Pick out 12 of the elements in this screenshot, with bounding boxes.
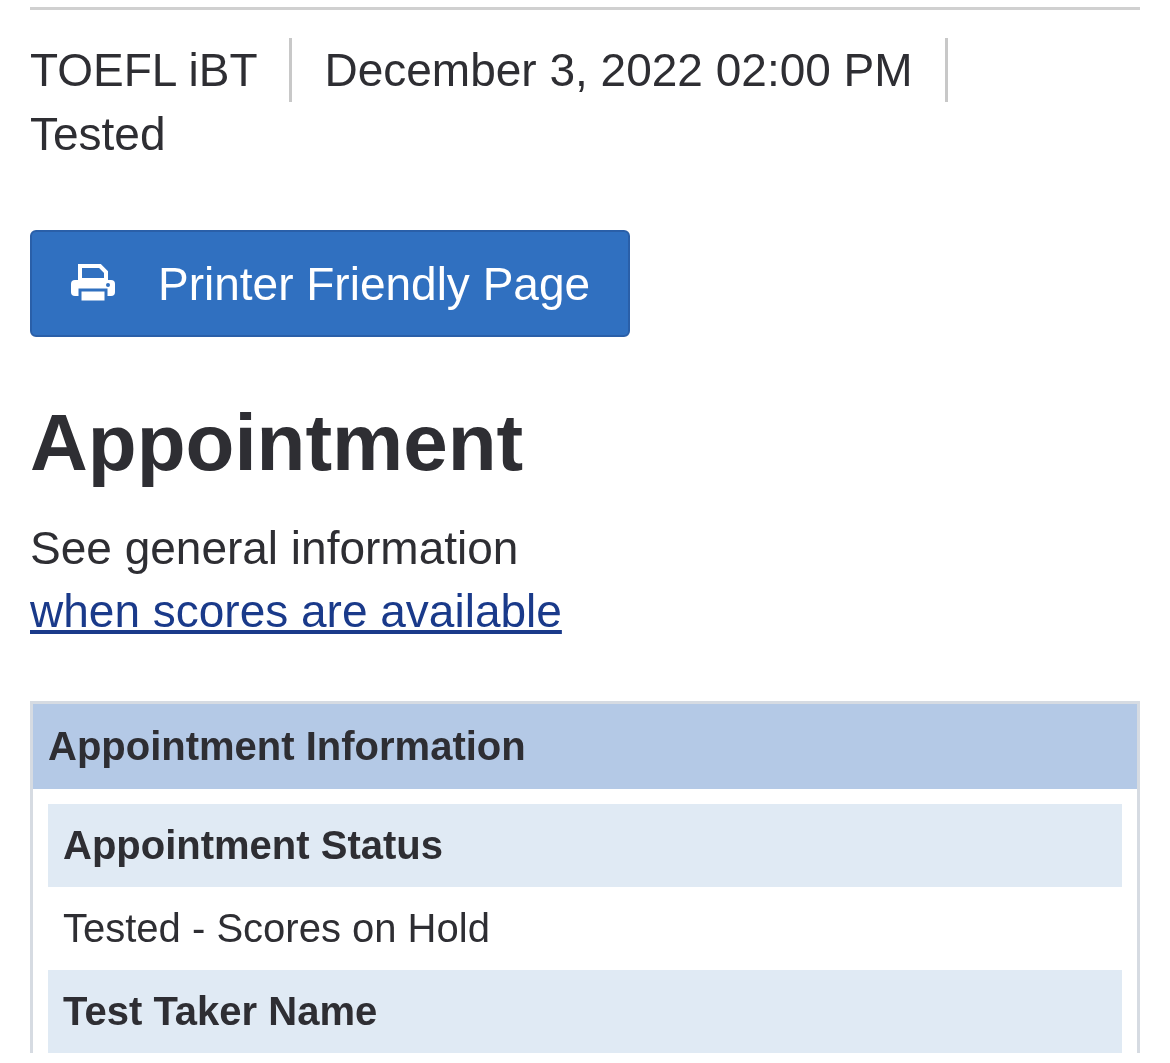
print-button[interactable]: Printer Friendly Page <box>30 230 631 337</box>
header-text: December 3, 2022 02:00 PM <box>292 38 948 102</box>
page-heading: Appointment <box>30 399 525 487</box>
header-text: Tested <box>30 107 167 162</box>
scores-link[interactable]: when scores are available <box>30 585 562 637</box>
printer-icon <box>70 263 116 304</box>
field-label: Appointment Status <box>48 804 1122 887</box>
field-label: Test Taker Name <box>48 970 1122 1053</box>
field-value: Tested - Scores on Hold <box>62 905 491 952</box>
panel-title: Appointment Information <box>33 704 1137 789</box>
header-text: TOEFL iBT <box>30 38 293 102</box>
intro-text: See general information when scores are available <box>30 521 563 639</box>
